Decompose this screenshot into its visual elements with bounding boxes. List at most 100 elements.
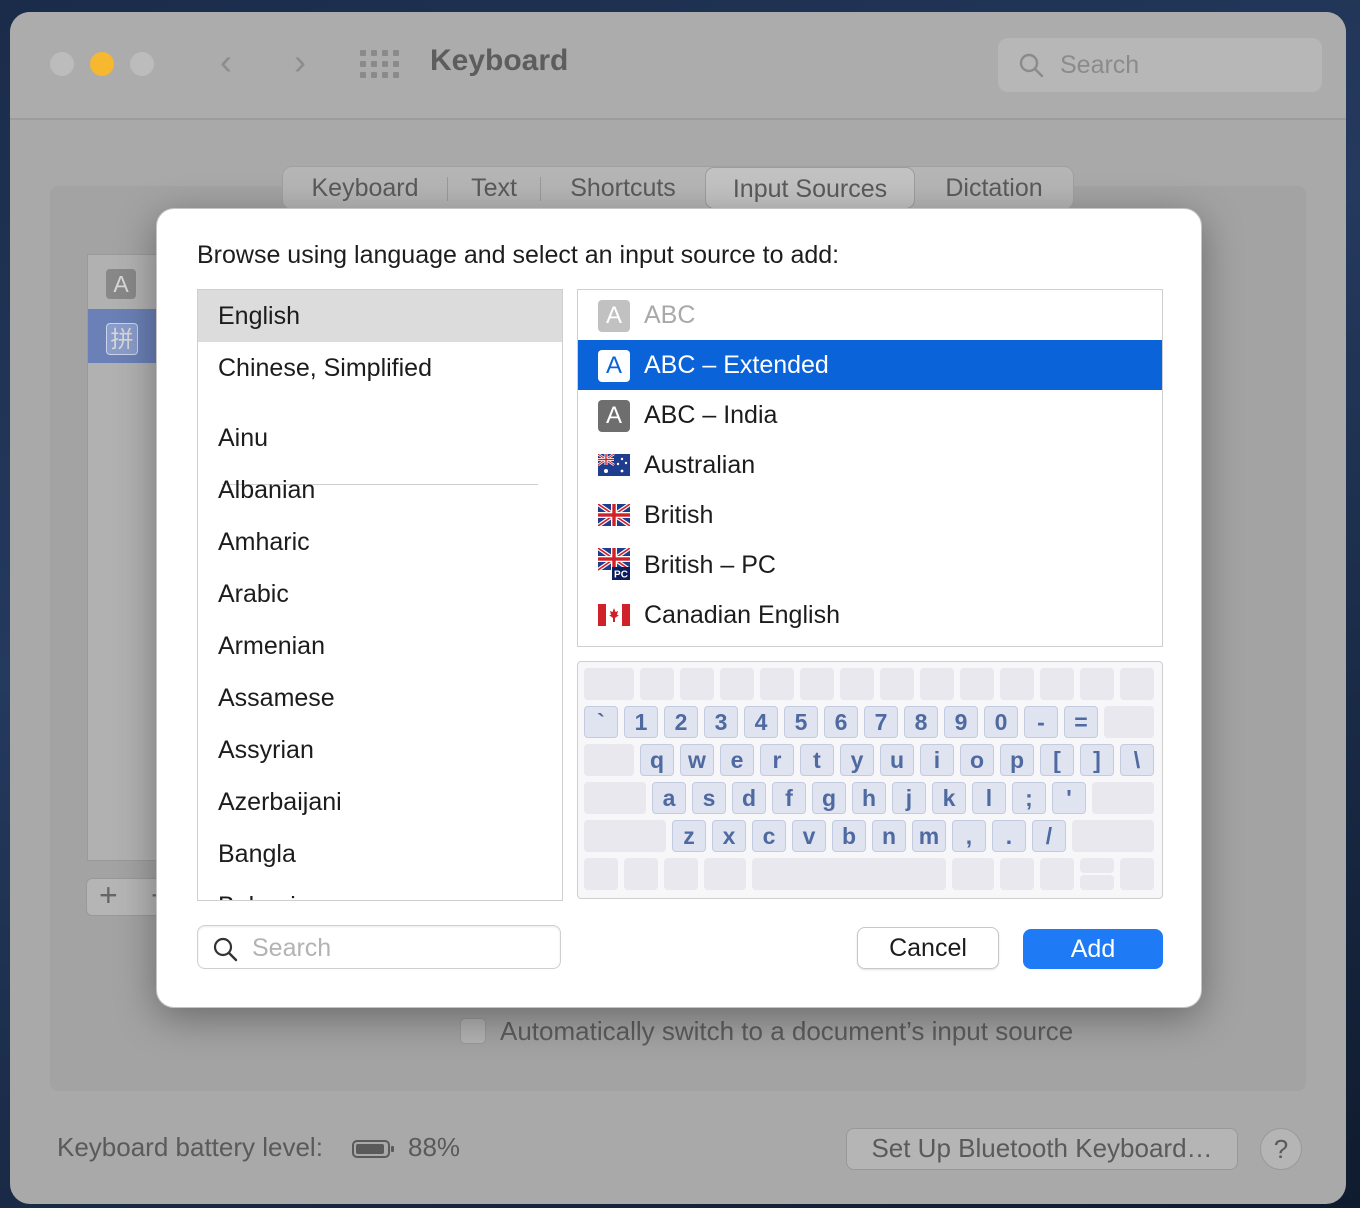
key: \ (1120, 744, 1154, 776)
key: b (832, 820, 866, 852)
key: . (992, 820, 1026, 852)
add-button[interactable]: Add (1023, 929, 1163, 969)
source-item-abc[interactable]: A ABC (578, 290, 1162, 340)
key: 6 (824, 706, 858, 738)
key: ` (584, 706, 618, 738)
language-item[interactable]: Assyrian (198, 724, 562, 776)
source-item-british[interactable]: British (578, 490, 1162, 540)
key: p (1000, 744, 1034, 776)
add-source-button[interactable]: + (99, 877, 118, 914)
pinyin-icon: 拼 (106, 323, 138, 355)
uk-pc-flag-icon: PC (598, 548, 630, 580)
key: n (872, 820, 906, 852)
key: 9 (944, 706, 978, 738)
language-item[interactable]: Azerbaijani (198, 776, 562, 828)
back-arrow-icon[interactable]: ‹ (206, 42, 246, 86)
source-label: Canadian English (644, 601, 840, 629)
key: m (912, 820, 946, 852)
australia-flag-icon (598, 454, 630, 476)
battery-label: Keyboard battery level: (57, 1132, 323, 1162)
show-all-grid-icon[interactable] (360, 50, 400, 78)
cancel-button[interactable]: Cancel (857, 927, 999, 969)
forward-arrow-icon[interactable]: › (280, 42, 320, 86)
setup-bluetooth-keyboard-button[interactable]: Set Up Bluetooth Keyboard… (846, 1128, 1238, 1170)
language-item-chinese-simplified[interactable]: Chinese, Simplified (198, 342, 562, 394)
key: j (892, 782, 926, 814)
source-label: ABC (644, 301, 696, 329)
key: 1 (624, 706, 658, 738)
close-window-button[interactable] (50, 52, 74, 76)
key: f (772, 782, 806, 814)
key: c (752, 820, 786, 852)
key: o (960, 744, 994, 776)
key: ] (1080, 744, 1114, 776)
language-search-input[interactable] (250, 930, 544, 966)
tab-input-sources[interactable]: Input Sources (705, 167, 915, 209)
tab-keyboard[interactable]: Keyboard (283, 167, 447, 209)
language-item[interactable]: Armenian (198, 620, 562, 672)
key: 2 (664, 706, 698, 738)
title-bar: ‹ › Keyboard Search (10, 12, 1346, 120)
key: d (732, 782, 766, 814)
source-label: ABC – India (644, 401, 778, 429)
key: = (1064, 706, 1098, 738)
key: i (920, 744, 954, 776)
key: y (840, 744, 874, 776)
key: ' (1052, 782, 1086, 814)
preferences-search-field[interactable]: Search (998, 38, 1322, 92)
key: v (792, 820, 826, 852)
key: k (932, 782, 966, 814)
language-item[interactable]: Amharic (198, 516, 562, 568)
search-icon (213, 937, 238, 962)
key: u (880, 744, 914, 776)
key: 8 (904, 706, 938, 738)
language-item[interactable]: Albanian (198, 464, 562, 516)
key: h (852, 782, 886, 814)
key: x (712, 820, 746, 852)
input-source-list[interactable]: A ABC A ABC – Extended A ABC – India Aus… (577, 289, 1163, 647)
tab-dictation[interactable]: Dictation (915, 167, 1073, 209)
search-icon (1019, 53, 1044, 78)
canada-flag-icon (598, 604, 630, 626)
auto-switch-checkbox[interactable] (460, 1018, 486, 1044)
language-item[interactable]: Arabic (198, 568, 562, 620)
svg-text:PC: PC (614, 570, 628, 581)
battery-percent: 88% (408, 1132, 461, 1162)
key: z (672, 820, 706, 852)
source-item-abc-extended[interactable]: A ABC – Extended (578, 340, 1162, 390)
key: t (800, 744, 834, 776)
key: g (812, 782, 846, 814)
source-label: British (644, 501, 714, 529)
language-search-field[interactable] (197, 925, 561, 969)
key: r (760, 744, 794, 776)
abc-letter-icon: A (598, 350, 630, 382)
minimize-window-button[interactable] (90, 52, 114, 76)
source-item-canadian-english[interactable]: Canadian English (578, 590, 1162, 640)
key: , (952, 820, 986, 852)
source-item-australian[interactable]: Australian (578, 440, 1162, 490)
keyboard-layout-preview: ` 1 2 3 4 5 6 7 8 9 0 - = q w e r t y u … (577, 661, 1163, 899)
zoom-window-button[interactable] (130, 52, 154, 76)
key: ; (1012, 782, 1046, 814)
help-button[interactable]: ? (1260, 1128, 1302, 1170)
tab-text[interactable]: Text (448, 167, 540, 209)
language-list[interactable]: English Chinese, Simplified Ainu Albania… (197, 289, 563, 901)
language-item[interactable]: Bulgarian (198, 880, 562, 900)
source-label: Australian (644, 451, 756, 479)
abc-letter-icon: A (598, 400, 630, 432)
source-item-abc-india[interactable]: A ABC – India (578, 390, 1162, 440)
key: q (640, 744, 674, 776)
language-item[interactable]: Bangla (198, 828, 562, 880)
key: w (680, 744, 714, 776)
search-placeholder: Search (1060, 51, 1140, 79)
source-label: ABC – Extended (644, 351, 829, 379)
language-item-english[interactable]: English (198, 290, 562, 342)
tab-shortcuts[interactable]: Shortcuts (541, 167, 705, 209)
language-item[interactable]: Ainu (198, 412, 562, 464)
abc-letter-icon: A (598, 300, 630, 332)
key: 5 (784, 706, 818, 738)
source-label: British – PC (644, 551, 776, 579)
language-item[interactable]: Assamese (198, 672, 562, 724)
source-item-british-pc[interactable]: PC British – PC (578, 540, 1162, 590)
key: 0 (984, 706, 1018, 738)
